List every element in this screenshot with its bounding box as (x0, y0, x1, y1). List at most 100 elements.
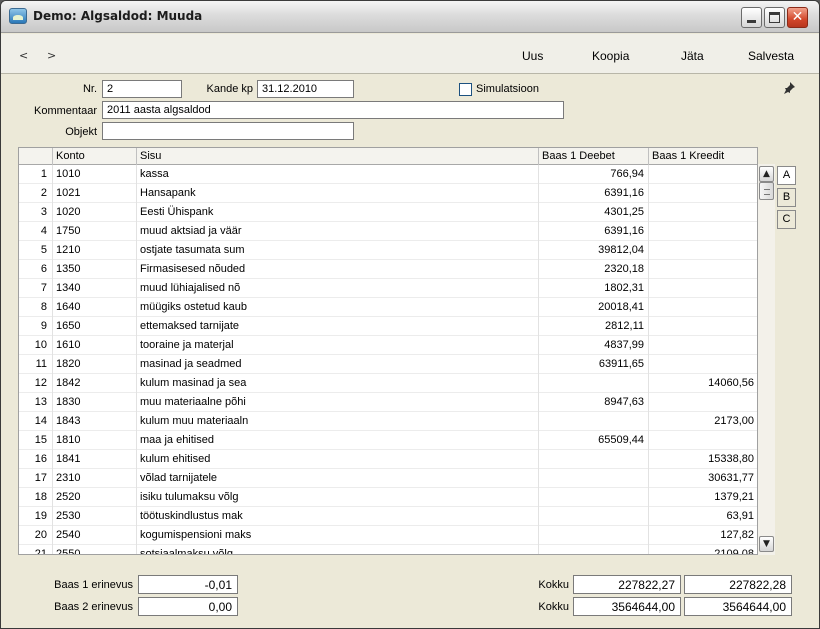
sisu-cell[interactable]: kulum ehitised (137, 450, 539, 469)
copy-button[interactable]: Koopia (592, 49, 629, 63)
debit-cell[interactable] (539, 507, 649, 526)
sisu-cell[interactable]: kassa (137, 165, 539, 184)
credit-cell[interactable]: 2109,08 (649, 545, 757, 554)
table-row[interactable]: 8 1640 müügiks ostetud kaub 20018,41 (19, 298, 757, 317)
sisu-cell[interactable]: võlad tarnijatele (137, 469, 539, 488)
pin-icon[interactable] (782, 81, 796, 95)
credit-cell[interactable] (649, 317, 757, 336)
sisu-cell[interactable]: ettemaksed tarnijate (137, 317, 539, 336)
debit-cell[interactable]: 6391,16 (539, 184, 649, 203)
credit-cell[interactable] (649, 260, 757, 279)
credit-cell[interactable]: 2173,00 (649, 412, 757, 431)
sisu-cell[interactable]: töötuskindlustus mak (137, 507, 539, 526)
debit-cell[interactable] (539, 545, 649, 554)
sisu-cell[interactable]: muud aktsiad ja väär (137, 222, 539, 241)
debit-cell[interactable]: 4301,25 (539, 203, 649, 222)
credit-cell[interactable]: 63,91 (649, 507, 757, 526)
konto-cell[interactable]: 1841 (53, 450, 137, 469)
konto-cell[interactable]: 1820 (53, 355, 137, 374)
table-row[interactable]: 1 1010 kassa 766,94 (19, 165, 757, 184)
table-row[interactable]: 16 1841 kulum ehitised 15338,80 (19, 450, 757, 469)
credit-cell[interactable]: 127,82 (649, 526, 757, 545)
konto-cell[interactable]: 1021 (53, 184, 137, 203)
table-row[interactable]: 9 1650 ettemaksed tarnijate 2812,11 (19, 317, 757, 336)
credit-cell[interactable]: 14060,56 (649, 374, 757, 393)
title-bar[interactable]: Demo: Algsaldod: Muuda ✕ (1, 1, 819, 33)
credit-cell[interactable]: 1379,21 (649, 488, 757, 507)
debit-cell[interactable]: 65509,44 (539, 431, 649, 450)
konto-cell[interactable]: 1350 (53, 260, 137, 279)
scroll-down-button[interactable]: ▼ (759, 536, 774, 552)
konto-cell[interactable]: 2530 (53, 507, 137, 526)
side-tab-c[interactable]: C (777, 210, 796, 229)
comment-field[interactable]: 2011 aasta algsaldod (102, 101, 564, 119)
table-row[interactable]: 15 1810 maa ja ehitised 65509,44 (19, 431, 757, 450)
table-row[interactable]: 19 2530 töötuskindlustus mak 63,91 (19, 507, 757, 526)
konto-cell[interactable]: 1010 (53, 165, 137, 184)
table-row[interactable]: 21 2550 sotsiaalmaksu võlg 2109,08 (19, 545, 757, 554)
konto-cell[interactable]: 1020 (53, 203, 137, 222)
konto-cell[interactable]: 2540 (53, 526, 137, 545)
object-field[interactable] (102, 122, 354, 140)
sisu-cell[interactable]: kulum muu materiaaln (137, 412, 539, 431)
scroll-thumb[interactable] (759, 182, 774, 200)
credit-cell[interactable]: 30631,77 (649, 469, 757, 488)
debit-cell[interactable]: 39812,04 (539, 241, 649, 260)
konto-cell[interactable]: 1750 (53, 222, 137, 241)
table-row[interactable]: 18 2520 isiku tulumaksu võlg 1379,21 (19, 488, 757, 507)
debit-cell[interactable]: 2320,18 (539, 260, 649, 279)
maximize-button[interactable] (764, 7, 785, 28)
header-debit[interactable]: Baas 1 Deebet (539, 148, 649, 165)
minimize-button[interactable] (741, 7, 762, 28)
table-row[interactable]: 6 1350 Firmasisesed nõuded 2320,18 (19, 260, 757, 279)
sisu-cell[interactable]: muud lühiajalised nõ (137, 279, 539, 298)
debit-cell[interactable]: 4837,99 (539, 336, 649, 355)
konto-cell[interactable]: 1810 (53, 431, 137, 450)
konto-cell[interactable]: 2520 (53, 488, 137, 507)
table-row[interactable]: 12 1842 kulum masinad ja sea 14060,56 (19, 374, 757, 393)
header-credit[interactable]: Baas 1 Kreedit (649, 148, 757, 165)
konto-cell[interactable]: 1650 (53, 317, 137, 336)
konto-cell[interactable]: 1830 (53, 393, 137, 412)
konto-cell[interactable]: 1210 (53, 241, 137, 260)
sisu-cell[interactable]: isiku tulumaksu võlg (137, 488, 539, 507)
header-konto[interactable]: Konto (53, 148, 137, 165)
simulation-checkbox[interactable] (459, 83, 472, 96)
close-button[interactable]: ✕ (787, 7, 808, 28)
konto-cell[interactable]: 2310 (53, 469, 137, 488)
table-row[interactable]: 10 1610 tooraine ja materjal 4837,99 (19, 336, 757, 355)
side-tab-a[interactable]: A (777, 166, 796, 185)
sisu-cell[interactable]: müügiks ostetud kaub (137, 298, 539, 317)
table-row[interactable]: 7 1340 muud lühiajalised nõ 1802,31 (19, 279, 757, 298)
grid-scrollbar[interactable]: ▲ ▼ (758, 164, 775, 555)
sisu-cell[interactable]: kogumispensioni maks (137, 526, 539, 545)
konto-cell[interactable]: 1340 (53, 279, 137, 298)
sisu-cell[interactable]: sotsiaalmaksu võlg (137, 545, 539, 554)
scroll-up-button[interactable]: ▲ (759, 166, 774, 182)
debit-cell[interactable]: 63911,65 (539, 355, 649, 374)
table-row[interactable]: 13 1830 muu materiaalne põhi 8947,63 (19, 393, 757, 412)
sisu-cell[interactable]: kulum masinad ja sea (137, 374, 539, 393)
credit-cell[interactable] (649, 203, 757, 222)
debit-cell[interactable]: 766,94 (539, 165, 649, 184)
sisu-cell[interactable]: Firmasisesed nõuded (137, 260, 539, 279)
save-button[interactable]: Salvesta (748, 49, 794, 63)
header-sisu[interactable]: Sisu (137, 148, 539, 165)
sisu-cell[interactable]: Hansapank (137, 184, 539, 203)
new-button[interactable]: Uus (522, 49, 543, 63)
table-row[interactable]: 17 2310 võlad tarnijatele 30631,77 (19, 469, 757, 488)
sisu-cell[interactable]: ostjate tasumata sum (137, 241, 539, 260)
debit-cell[interactable]: 1802,31 (539, 279, 649, 298)
sisu-cell[interactable]: masinad ja seadmed (137, 355, 539, 374)
konto-cell[interactable]: 1842 (53, 374, 137, 393)
sisu-cell[interactable]: tooraine ja materjal (137, 336, 539, 355)
debit-cell[interactable] (539, 374, 649, 393)
sisu-cell[interactable]: muu materiaalne põhi (137, 393, 539, 412)
nr-field[interactable]: 2 (102, 80, 182, 98)
credit-cell[interactable]: 15338,80 (649, 450, 757, 469)
table-row[interactable]: 14 1843 kulum muu materiaaln 2173,00 (19, 412, 757, 431)
previous-record-button[interactable]: < (19, 49, 28, 62)
debit-cell[interactable] (539, 488, 649, 507)
credit-cell[interactable] (649, 165, 757, 184)
side-tab-b[interactable]: B (777, 188, 796, 207)
